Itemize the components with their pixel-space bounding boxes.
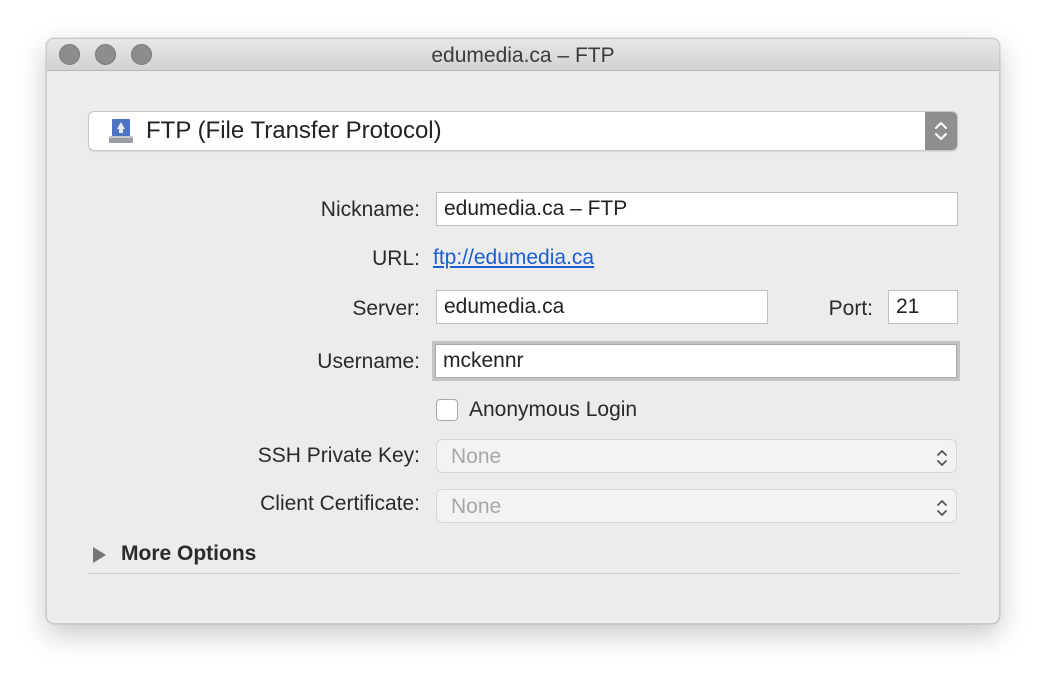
server-field[interactable]: edumedia.ca <box>436 290 768 324</box>
up-down-chevron-icon <box>926 490 956 522</box>
title-bar[interactable]: edumedia.ca – FTP <box>47 39 999 71</box>
url-label: URL: <box>372 247 420 270</box>
up-down-chevron-icon <box>925 112 957 150</box>
connection-window: edumedia.ca – FTP FTP (File Transfer Pro… <box>46 38 1000 624</box>
username-field[interactable]: mckennr <box>435 344 957 378</box>
anonymous-login-checkbox[interactable] <box>436 399 458 421</box>
protocol-label: FTP (File Transfer Protocol) <box>146 117 442 144</box>
window-title: edumedia.ca – FTP <box>431 44 615 67</box>
anonymous-login-label: Anonymous Login <box>469 398 638 421</box>
server-label: Server: <box>352 297 420 320</box>
client-certificate-select[interactable]: None <box>436 489 957 523</box>
client-certificate-label: Client Certificate: <box>260 492 420 515</box>
client-certificate-value: None <box>451 495 502 518</box>
ftp-drive-icon <box>107 117 135 145</box>
up-down-chevron-icon <box>926 440 956 472</box>
ssh-private-key-value: None <box>451 445 502 468</box>
nickname-field[interactable]: edumedia.ca – FTP <box>436 192 958 226</box>
ssh-private-key-label: SSH Private Key: <box>257 444 420 467</box>
more-options-toggle[interactable]: More Options <box>121 542 256 566</box>
url-link[interactable]: ftp://edumedia.ca <box>433 246 594 270</box>
nickname-label: Nickname: <box>320 198 420 221</box>
protocol-select[interactable]: FTP (File Transfer Protocol) <box>88 111 958 151</box>
port-label: Port: <box>828 297 873 320</box>
username-label: Username: <box>317 350 420 373</box>
ssh-private-key-select[interactable]: None <box>436 439 957 473</box>
port-field[interactable]: 21 <box>888 290 958 324</box>
divider <box>88 573 959 574</box>
disclosure-triangle-icon[interactable] <box>93 547 106 563</box>
